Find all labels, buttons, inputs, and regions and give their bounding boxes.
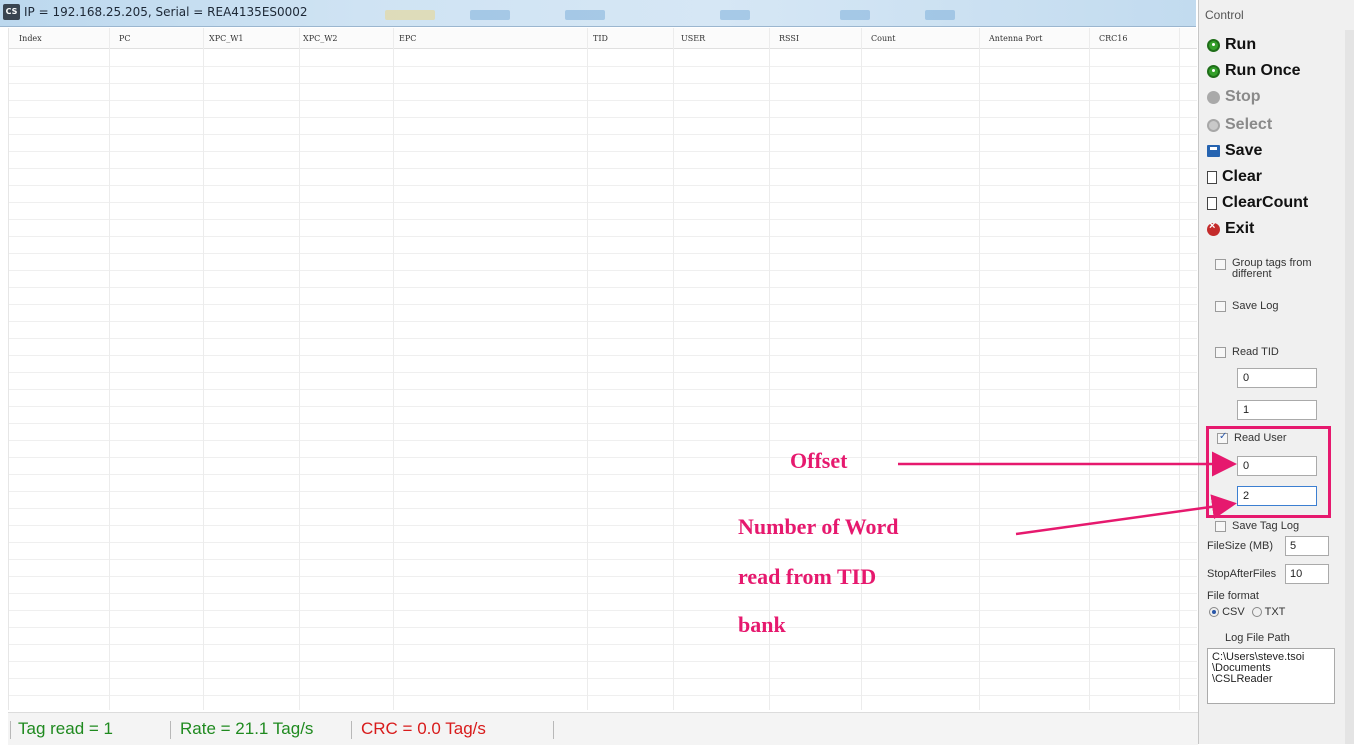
annotation-arrows [898, 451, 1237, 536]
word-count-arrow [1015, 494, 1237, 536]
